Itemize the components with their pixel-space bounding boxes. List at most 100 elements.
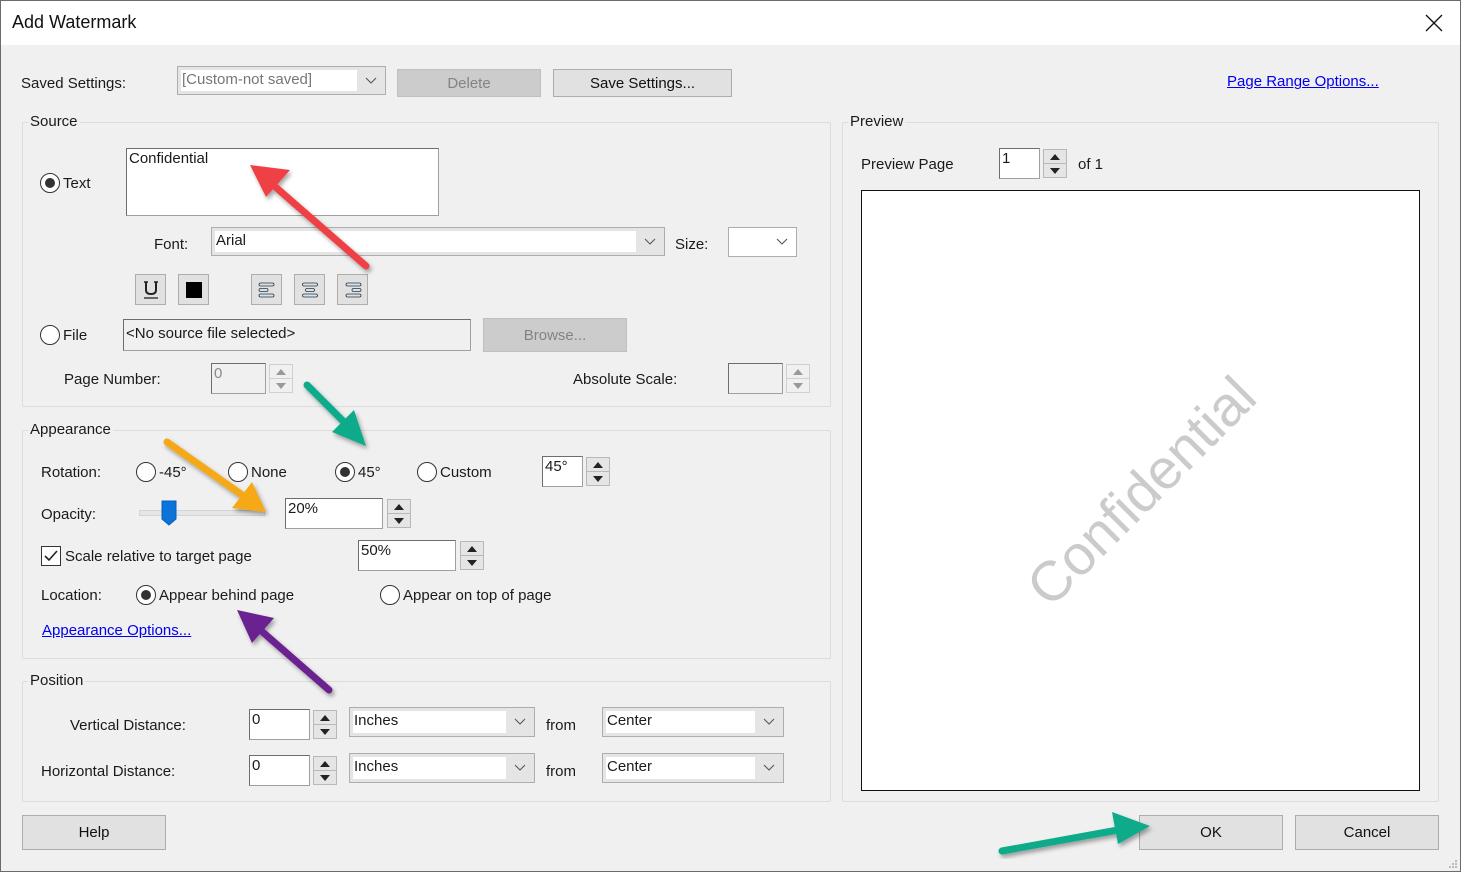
arrow-up-icon <box>394 503 404 510</box>
saved-settings-label: Saved Settings: <box>21 75 127 92</box>
radio-circle <box>228 462 248 482</box>
font-label: Font: <box>154 236 189 253</box>
align-right-icon <box>345 282 361 297</box>
rotation-45-radio[interactable]: 45° <box>335 462 381 482</box>
watermark-text-input[interactable]: Confidential <box>126 148 439 216</box>
source-text-radio-label: Text <box>63 174 91 192</box>
rotation-option-label: None <box>251 463 287 481</box>
stepper-down-button[interactable] <box>460 556 484 570</box>
page-range-options-link[interactable]: Page Range Options... <box>1227 73 1379 90</box>
stepper-up-button[interactable] <box>387 499 411 514</box>
stepper-down-button[interactable] <box>269 379 293 393</box>
vertical-distance-stepper[interactable] <box>313 710 337 739</box>
stepper-up-button[interactable] <box>269 364 293 379</box>
stepper-down-button[interactable] <box>387 514 411 528</box>
chevron-down-icon <box>755 754 783 782</box>
size-dropdown[interactable] <box>728 227 797 257</box>
page-number-label: Page Number: <box>64 371 161 388</box>
preview-page-stepper[interactable] <box>1043 149 1067 178</box>
horizontal-from-dropdown[interactable]: Center <box>602 753 784 783</box>
resize-grip-icon[interactable] <box>1448 859 1458 869</box>
source-file-radio[interactable]: File <box>40 325 87 345</box>
ok-button[interactable]: OK <box>1139 815 1283 850</box>
vertical-unit-dropdown[interactable]: Inches <box>349 707 535 737</box>
stepper-down-button[interactable] <box>786 379 810 393</box>
close-button[interactable] <box>1414 6 1454 40</box>
rotation-custom-input[interactable]: 45° <box>542 456 583 487</box>
horizontal-from-value: Center <box>606 757 755 779</box>
arrow-up-icon <box>593 461 603 468</box>
opacity-input[interactable]: 20% <box>285 498 383 529</box>
delete-button[interactable]: Delete <box>397 69 541 97</box>
position-group-title: Position <box>28 672 86 689</box>
chevron-down-icon <box>506 708 534 736</box>
align-center-button[interactable] <box>294 274 325 305</box>
arrow-up-icon <box>276 368 286 375</box>
stepper-up-button[interactable] <box>313 756 337 771</box>
chevron-down-icon <box>506 754 534 782</box>
stepper-up-button[interactable] <box>586 457 610 472</box>
close-icon <box>1425 14 1443 32</box>
rotation-none-radio[interactable]: None <box>228 462 287 482</box>
source-file-path[interactable]: <No source file selected> <box>123 319 471 351</box>
watermark-preview-text: Confidential <box>1013 363 1268 618</box>
page-number-stepper[interactable] <box>269 364 293 393</box>
horizontal-unit-dropdown[interactable]: Inches <box>349 753 535 783</box>
arrow-up-icon <box>320 760 330 767</box>
stepper-up-button[interactable] <box>1043 149 1067 164</box>
opacity-slider-track[interactable] <box>139 510 265 516</box>
arrow-down-icon <box>320 728 330 735</box>
stepper-down-button[interactable] <box>313 725 337 739</box>
absolute-scale-input[interactable] <box>728 363 783 394</box>
stepper-down-button[interactable] <box>313 771 337 785</box>
rotation-minus45-radio[interactable]: -45° <box>136 462 187 482</box>
save-settings-button[interactable]: Save Settings... <box>553 69 732 97</box>
vertical-distance-input[interactable]: 0 <box>249 709 310 740</box>
text-color-button[interactable] <box>178 274 209 305</box>
location-option-label: Appear behind page <box>159 586 295 604</box>
font-value: Arial <box>215 231 636 252</box>
dialog-title: Add Watermark <box>12 12 137 32</box>
radio-circle <box>380 585 400 605</box>
radio-circle <box>40 325 60 345</box>
chevron-down-icon <box>768 228 796 256</box>
location-on-top-radio[interactable]: Appear on top of page <box>380 585 551 605</box>
font-dropdown[interactable]: Arial <box>211 227 665 256</box>
scale-stepper[interactable] <box>460 541 484 570</box>
scale-input[interactable]: 50% <box>358 540 456 571</box>
location-behind-radio[interactable]: Appear behind page <box>136 585 294 605</box>
source-group-title: Source <box>28 113 80 130</box>
cancel-button[interactable]: Cancel <box>1295 815 1439 850</box>
align-left-button[interactable] <box>251 274 282 305</box>
preview-page-input[interactable]: 1 <box>999 148 1040 179</box>
align-right-button[interactable] <box>337 274 368 305</box>
browse-button[interactable]: Browse... <box>483 318 627 352</box>
appearance-options-link[interactable]: Appearance Options... <box>42 622 191 639</box>
vertical-from-dropdown[interactable]: Center <box>602 707 784 737</box>
vertical-distance-label: Vertical Distance: <box>70 717 186 734</box>
stepper-up-button[interactable] <box>460 541 484 556</box>
source-file-radio-label: File <box>63 326 88 344</box>
absolute-scale-stepper[interactable] <box>786 364 810 393</box>
arrow-up-icon <box>1050 153 1060 160</box>
opacity-slider-thumb[interactable] <box>161 500 177 526</box>
page-number-input[interactable]: 0 <box>211 363 266 394</box>
horizontal-distance-stepper[interactable] <box>313 756 337 785</box>
arrow-down-icon <box>593 475 603 482</box>
title-bar <box>1 1 1460 45</box>
opacity-stepper[interactable] <box>387 499 411 528</box>
rotation-custom-radio[interactable]: Custom <box>417 462 492 482</box>
location-option-label: Appear on top of page <box>403 586 552 604</box>
stepper-down-button[interactable] <box>586 472 610 486</box>
stepper-up-button[interactable] <box>313 710 337 725</box>
rotation-stepper[interactable] <box>586 457 610 486</box>
size-label: Size: <box>675 236 709 253</box>
saved-settings-dropdown[interactable]: [Custom-not saved] <box>177 66 386 95</box>
stepper-down-button[interactable] <box>1043 164 1067 178</box>
stepper-up-button[interactable] <box>786 364 810 379</box>
help-button[interactable]: Help <box>22 815 166 850</box>
scale-relative-checkbox[interactable]: Scale relative to target page <box>41 546 252 566</box>
underline-button[interactable] <box>135 274 166 305</box>
horizontal-distance-input[interactable]: 0 <box>249 755 310 786</box>
source-text-radio[interactable]: Text <box>40 173 91 193</box>
